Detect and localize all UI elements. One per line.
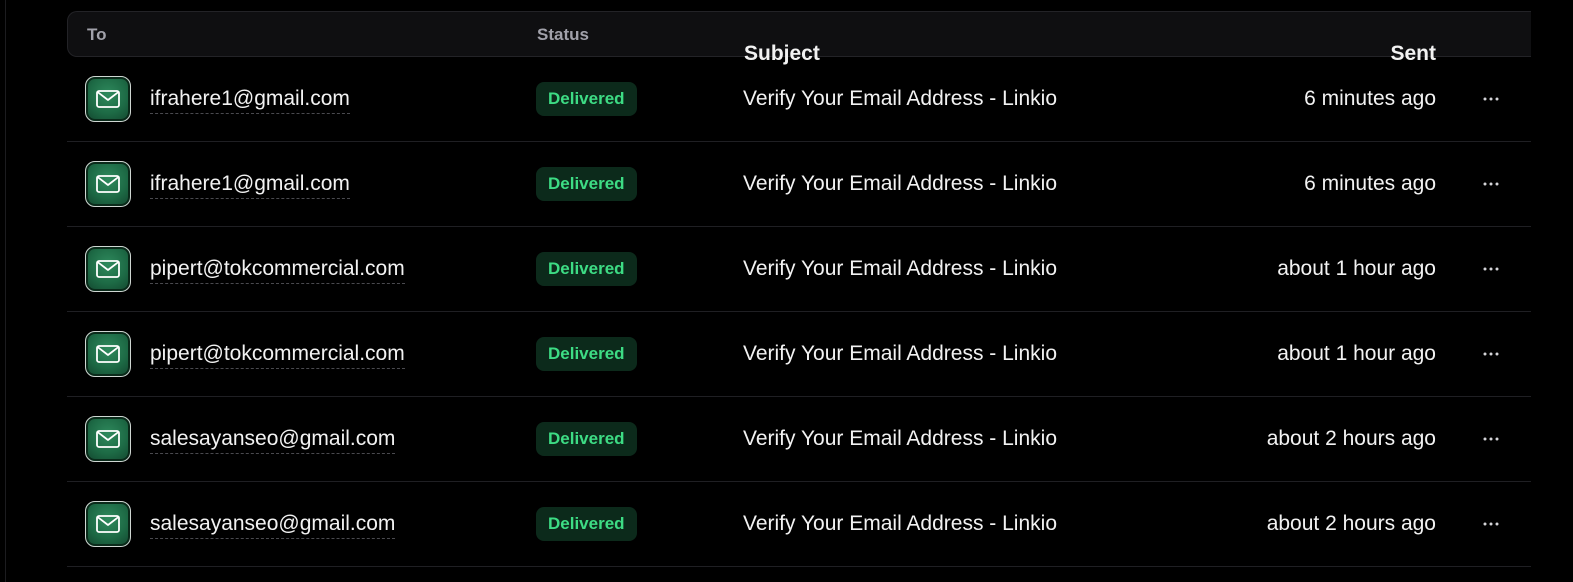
status-badge: Delivered (536, 167, 637, 201)
table-row[interactable]: salesayanseo@gmail.com Delivered Verify … (67, 397, 1531, 482)
recipient-email-text[interactable]: ifrahere1@gmail.com (150, 87, 350, 114)
recipient-email-text[interactable]: salesayanseo@gmail.com (150, 427, 396, 454)
email-subject[interactable]: Verify Your Email Address - Linkio (743, 482, 1057, 566)
recipient-email[interactable]: salesayanseo@gmail.com (150, 482, 396, 566)
sent-time: about 2 hours ago (1266, 512, 1436, 535)
more-horizontal-icon[interactable] (1479, 342, 1503, 366)
status-badge: Delivered (536, 507, 637, 541)
recipient-email[interactable]: ifrahere1@gmail.com (150, 57, 350, 141)
recipient-email-text[interactable]: ifrahere1@gmail.com (150, 172, 350, 199)
recipient-email-text[interactable]: pipert@tokcommercial.com (150, 342, 405, 369)
table-row[interactable]: pipert@tokcommercial.com Delivered Verif… (67, 312, 1531, 397)
emails-page: To Status Subject Sent ifrahere1@gmail.c… (0, 0, 1573, 582)
mail-icon (85, 501, 131, 547)
table-row[interactable]: pipert@tokcommercial.com Delivered Verif… (67, 227, 1531, 312)
table-row[interactable]: ifrahere1@gmail.com Delivered Verify You… (67, 142, 1531, 227)
column-header-to[interactable]: To (87, 12, 107, 58)
email-subject[interactable]: Verify Your Email Address - Linkio (743, 142, 1057, 226)
status-badge: Delivered (536, 422, 637, 456)
column-header-status[interactable]: Status (537, 12, 589, 58)
table-row[interactable]: ifrahere1@gmail.com Delivered Verify You… (67, 57, 1531, 142)
sent-time: about 1 hour ago (1277, 342, 1436, 365)
status-badge: Delivered (536, 82, 637, 116)
table-body: ifrahere1@gmail.com Delivered Verify You… (67, 57, 1531, 567)
more-horizontal-icon[interactable] (1479, 427, 1503, 451)
mail-icon (85, 331, 131, 377)
sent-time: about 1 hour ago (1277, 257, 1436, 280)
sent-time: 6 minutes ago (1304, 87, 1436, 110)
recipient-email[interactable]: pipert@tokcommercial.com (150, 227, 405, 311)
status-badge: Delivered (536, 252, 637, 286)
recipient-email[interactable]: pipert@tokcommercial.com (150, 312, 405, 396)
mail-icon (85, 246, 131, 292)
mail-icon (85, 416, 131, 462)
more-horizontal-icon[interactable] (1479, 172, 1503, 196)
table-row[interactable]: salesayanseo@gmail.com Delivered Verify … (67, 482, 1531, 567)
more-horizontal-icon[interactable] (1479, 87, 1503, 111)
recipient-email-text[interactable]: salesayanseo@gmail.com (150, 512, 396, 539)
more-horizontal-icon[interactable] (1479, 512, 1503, 536)
recipient-email[interactable]: salesayanseo@gmail.com (150, 397, 396, 481)
email-subject[interactable]: Verify Your Email Address - Linkio (743, 227, 1057, 311)
mail-icon (85, 161, 131, 207)
mail-icon (85, 76, 131, 122)
status-badge: Delivered (536, 337, 637, 371)
sent-time: 6 minutes ago (1304, 172, 1436, 195)
table-header: To Status Subject Sent (67, 11, 1531, 65)
recipient-email-text[interactable]: pipert@tokcommercial.com (150, 257, 405, 284)
sent-time: about 2 hours ago (1266, 427, 1436, 450)
more-horizontal-icon[interactable] (1479, 257, 1503, 281)
sidebar-divider (5, 0, 6, 582)
email-subject[interactable]: Verify Your Email Address - Linkio (743, 312, 1057, 396)
emails-table: To Status Subject Sent ifrahere1@gmail.c… (67, 11, 1531, 567)
email-subject[interactable]: Verify Your Email Address - Linkio (743, 397, 1057, 481)
email-subject[interactable]: Verify Your Email Address - Linkio (743, 57, 1057, 141)
recipient-email[interactable]: ifrahere1@gmail.com (150, 142, 350, 226)
